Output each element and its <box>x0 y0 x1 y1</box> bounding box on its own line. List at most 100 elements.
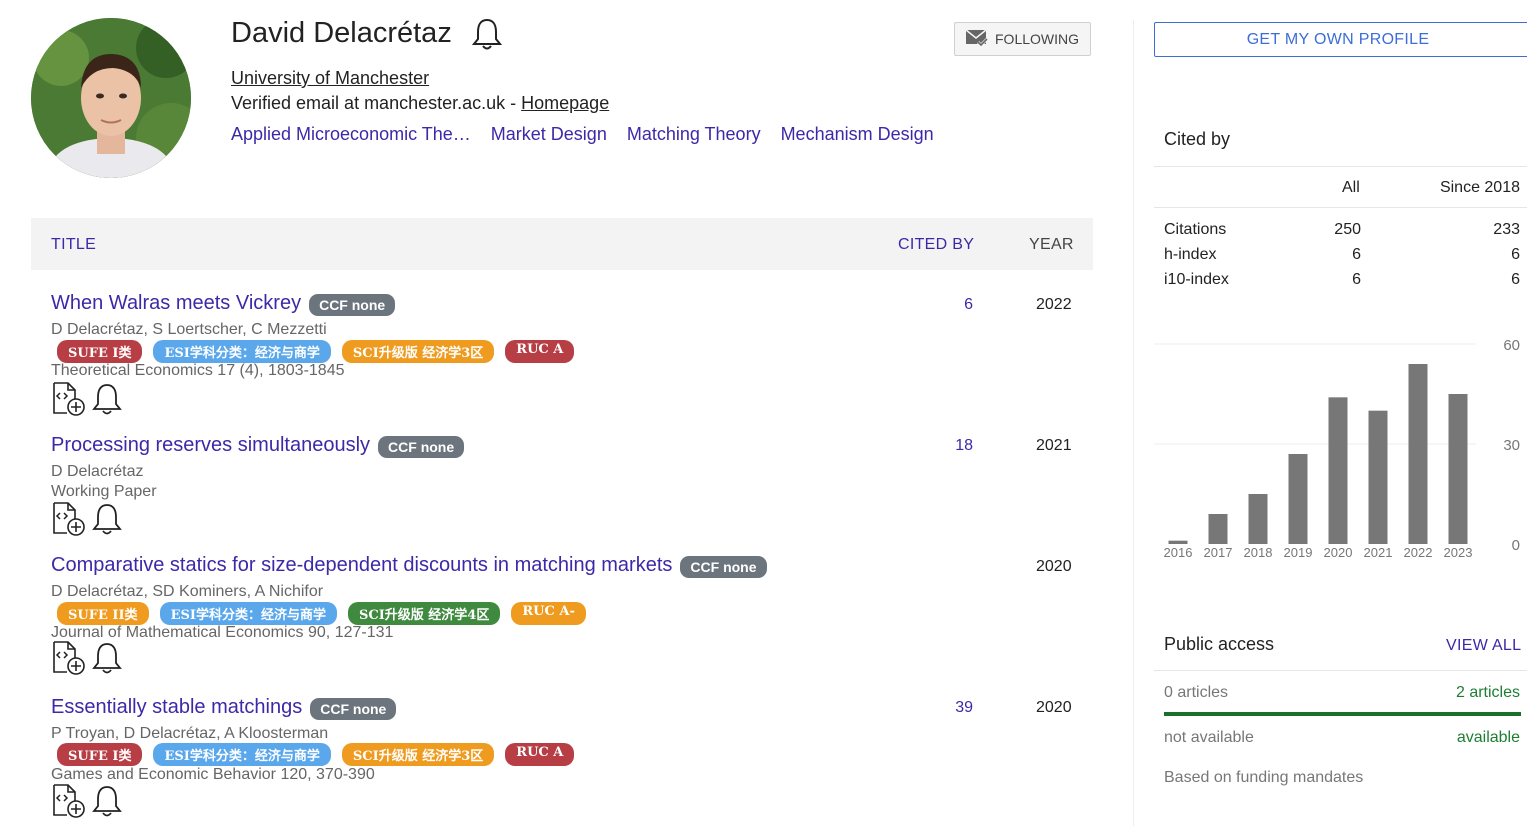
ranking-badge: SUFE I类 <box>57 340 143 363</box>
article-venue: Theoretical Economics 17 (4), 1803-1845 <box>51 362 345 379</box>
x-tick-label: 2023 <box>1444 545 1473 560</box>
article-authors: D Delacrétaz <box>51 463 144 480</box>
ccf-badge: CCF none <box>378 436 465 458</box>
stat-all: 250 <box>1334 221 1361 238</box>
article-row: Comparative statics for size-dependent d… <box>31 552 1093 682</box>
article-row: Essentially stable matchings CCF none 39… <box>31 694 1093 824</box>
public-access-bar <box>1164 712 1521 716</box>
ranking-badge: ESI学科分类：经济与商学 <box>153 340 331 363</box>
stat-since: 6 <box>1511 246 1520 263</box>
x-tick-label: 2018 <box>1244 545 1273 560</box>
article-authors: P Troyan, D Delacrétaz, A Kloosterman <box>51 725 329 742</box>
article-title-link[interactable]: Essentially stable matchings <box>51 696 302 719</box>
ranking-badge: SUFE I类 <box>57 743 143 766</box>
stat-label: h-index <box>1164 246 1217 263</box>
ranking-badges: SUFE I类 ESI学科分类：经济与商学 SCI升级版 经济学3区 RUC A <box>57 340 575 363</box>
article-bell-icon[interactable] <box>91 784 123 823</box>
article-row: When Walras meets Vickrey CCF none 6 202… <box>31 290 1093 420</box>
email-text: Verified email at manchester.ac.uk - <box>231 93 522 113</box>
stat-all: 6 <box>1352 246 1361 263</box>
research-interests: Applied Microeconomic The… Market Design… <box>231 124 934 145</box>
article-year: 2020 <box>1036 699 1072 716</box>
article-title-link[interactable]: When Walras meets Vickrey <box>51 292 301 315</box>
get-own-profile-button[interactable]: GET MY OWN PROFILE <box>1154 22 1527 57</box>
ranking-badge: SCI升级版 经济学4区 <box>347 602 501 625</box>
homepage-link[interactable]: Homepage <box>521 93 609 113</box>
public-access-heading: Public access <box>1164 634 1275 654</box>
ccf-badge: CCF none <box>310 698 397 720</box>
stat-label: Citations <box>1164 221 1227 238</box>
citation-bar[interactable] <box>1368 410 1388 544</box>
stat-label: i10-index <box>1164 271 1229 288</box>
x-tick-label: 2020 <box>1324 545 1353 560</box>
following-button[interactable]: FOLLOWING <box>954 22 1091 56</box>
stat-all: 6 <box>1352 271 1361 288</box>
cited-count-link[interactable]: 6 <box>931 296 973 314</box>
ranking-badge: RUC A <box>505 340 575 363</box>
x-tick-label: 2016 <box>1164 545 1193 560</box>
add-code-document-icon[interactable] <box>51 640 87 681</box>
y-tick-label: 60 <box>1503 337 1520 354</box>
citation-bar[interactable] <box>1408 364 1428 544</box>
stats-col-all: All <box>1342 179 1360 196</box>
citation-bar[interactable] <box>1448 394 1468 544</box>
article-year: 2020 <box>1036 558 1072 575</box>
x-tick-label: 2017 <box>1204 545 1233 560</box>
divider <box>1154 207 1527 208</box>
interest-link[interactable]: Market Design <box>491 124 607 145</box>
citation-bar[interactable] <box>1168 540 1188 544</box>
divider <box>1154 166 1527 167</box>
available-label: available <box>1456 729 1520 746</box>
cited-by-heading: Cited by <box>1164 129 1231 149</box>
interest-link[interactable]: Applied Microeconomic The… <box>231 124 471 145</box>
cited-count-link[interactable]: 18 <box>931 437 973 455</box>
article-venue: Games and Economic Behavior 120, 370-390 <box>51 766 375 783</box>
citation-bar[interactable] <box>1328 397 1348 544</box>
article-bell-icon[interactable] <box>91 641 123 680</box>
ranking-badge: RUC A- <box>511 602 586 625</box>
ranking-badge: SCI升级版 经济学3区 <box>341 340 495 363</box>
article-year: 2021 <box>1036 437 1072 454</box>
citations-bar-chart: 0 30 60 2016 2017 2018 2019 2020 2021 2022 2023 <box>1154 337 1520 560</box>
view-all-link[interactable]: VIEW ALL <box>1446 637 1521 655</box>
ranking-badge: SCI升级版 经济学3区 <box>341 743 495 766</box>
add-code-document-icon[interactable] <box>51 381 87 422</box>
add-code-document-icon[interactable] <box>51 501 87 542</box>
funding-mandates-note: Based on funding mandates <box>1164 769 1364 786</box>
not-available-label: not available <box>1164 729 1254 746</box>
sort-by-title[interactable]: TITLE <box>51 236 96 254</box>
divider <box>1154 670 1527 671</box>
mail-check-icon <box>965 28 989 51</box>
affiliation-link[interactable]: University of Manchester <box>231 68 429 89</box>
profile-name: David Delacrétaz <box>231 17 452 49</box>
article-bell-icon[interactable] <box>91 502 123 541</box>
stat-since: 6 <box>1511 271 1520 288</box>
y-tick-label: 30 <box>1503 437 1520 454</box>
article-title-link[interactable]: Processing reserves simultaneously <box>51 434 370 457</box>
citation-bar[interactable] <box>1288 454 1308 544</box>
follow-bell-icon[interactable] <box>471 17 503 56</box>
sort-by-year[interactable]: YEAR <box>1029 236 1074 254</box>
article-title-link[interactable]: Comparative statics for size-dependent d… <box>51 554 672 577</box>
article-bell-icon[interactable] <box>91 382 123 421</box>
verified-email: Verified email at manchester.ac.uk - Hom… <box>231 93 609 114</box>
sort-by-cited[interactable]: CITED BY <box>898 236 974 254</box>
ranking-badge: SUFE II类 <box>57 602 149 625</box>
interest-link[interactable]: Matching Theory <box>627 124 761 145</box>
sidebar-divider <box>1133 20 1134 826</box>
x-tick-label: 2021 <box>1364 545 1393 560</box>
article-authors: D Delacrétaz, S Loertscher, C Mezzetti <box>51 321 327 338</box>
profile-photo-image <box>31 18 191 178</box>
add-code-document-icon[interactable] <box>51 783 87 824</box>
citation-bar[interactable] <box>1208 514 1228 544</box>
ranking-badges: SUFE I类 ESI学科分类：经济与商学 SCI升级版 经济学3区 RUC A <box>57 743 575 766</box>
ranking-badge: ESI学科分类：经济与商学 <box>153 743 331 766</box>
interest-link[interactable]: Mechanism Design <box>781 124 934 145</box>
ranking-badge: ESI学科分类：经济与商学 <box>159 602 337 625</box>
available-count: 2 articles <box>1455 684 1520 701</box>
citation-bar[interactable] <box>1248 494 1268 544</box>
y-tick-label: 0 <box>1512 537 1520 554</box>
x-tick-label: 2019 <box>1284 545 1313 560</box>
cited-count-link[interactable]: 39 <box>931 699 973 717</box>
profile-photo <box>31 18 191 178</box>
